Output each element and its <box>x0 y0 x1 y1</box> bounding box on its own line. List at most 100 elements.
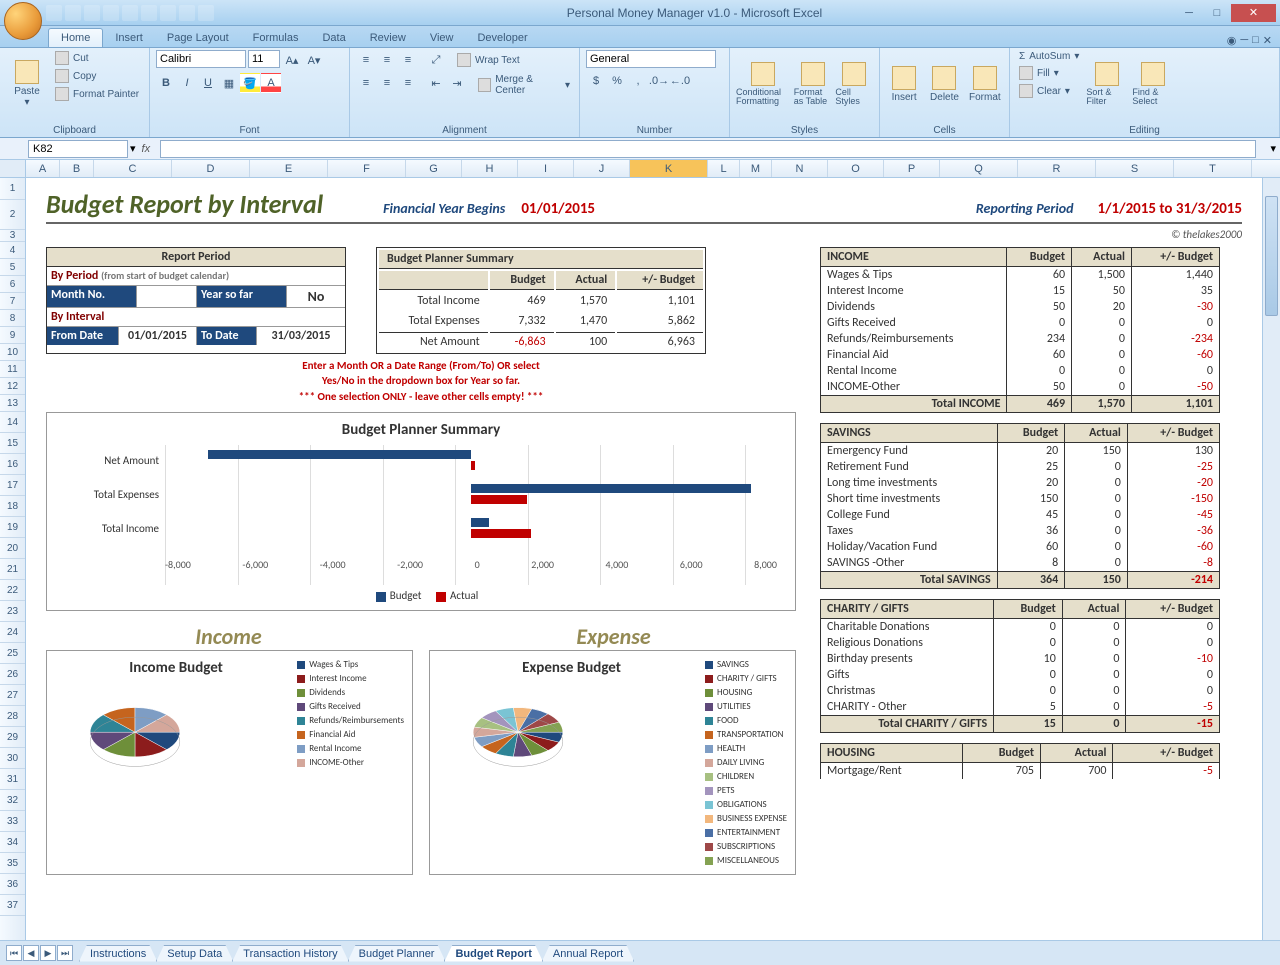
row-header[interactable]: 16 <box>0 454 25 475</box>
row-header[interactable]: 21 <box>0 559 25 580</box>
ribbon-tab-formulas[interactable]: Formulas <box>241 29 311 47</box>
formula-input[interactable] <box>160 140 1256 158</box>
ribbon-tab-home[interactable]: Home <box>48 28 103 47</box>
qat-print-preview-icon[interactable] <box>160 5 176 21</box>
row-header[interactable]: 9 <box>0 327 25 344</box>
to-date-input[interactable]: 31/03/2015 <box>257 327 345 345</box>
col-header[interactable]: G <box>406 160 462 177</box>
col-header[interactable]: M <box>740 160 772 177</box>
qat-save-icon[interactable] <box>46 5 62 21</box>
help-icon[interactable]: ◉ <box>1227 34 1237 47</box>
sheet-tab[interactable]: Annual Report <box>542 945 634 962</box>
close-workbook-icon[interactable]: ✕ <box>1263 34 1272 47</box>
col-header[interactable]: E <box>250 160 328 177</box>
row-header[interactable]: 6 <box>0 276 25 293</box>
sheet-tab[interactable]: Transaction History <box>232 945 348 962</box>
comma-icon[interactable]: , <box>628 71 648 91</box>
tab-next-icon[interactable]: ▶ <box>40 945 56 961</box>
from-date-input[interactable]: 01/01/2015 <box>119 327 197 345</box>
scrollbar-thumb[interactable] <box>1265 196 1278 316</box>
col-header[interactable]: R <box>1018 160 1096 177</box>
row-header[interactable]: 33 <box>0 811 25 832</box>
row-header[interactable]: 30 <box>0 748 25 769</box>
row-header[interactable]: 17 <box>0 475 25 496</box>
col-header[interactable]: S <box>1096 160 1174 177</box>
autosum-button[interactable]: ΣAutoSum▾ <box>1016 50 1082 63</box>
align-center-icon[interactable]: ≡ <box>377 73 397 93</box>
row-header[interactable]: 2 <box>0 200 25 230</box>
row-header[interactable]: 20 <box>0 538 25 559</box>
qat-sort-desc-icon[interactable] <box>198 5 214 21</box>
vertical-scrollbar[interactable] <box>1262 178 1280 940</box>
row-header[interactable]: 34 <box>0 832 25 853</box>
row-header[interactable]: 23 <box>0 601 25 622</box>
col-header[interactable]: F <box>328 160 406 177</box>
cell-styles-button[interactable]: Cell Styles <box>835 50 873 118</box>
row-header[interactable]: 11 <box>0 361 25 378</box>
align-right-icon[interactable]: ≡ <box>398 73 418 93</box>
ribbon-tab-developer[interactable]: Developer <box>465 29 539 47</box>
qat-sort-asc-icon[interactable] <box>179 5 195 21</box>
row-header[interactable]: 8 <box>0 310 25 327</box>
increase-indent-icon[interactable]: ⇥ <box>447 73 467 93</box>
find-select-button[interactable]: Find & Select <box>1132 50 1174 118</box>
qat-redo-icon[interactable] <box>84 5 100 21</box>
qat-undo-icon[interactable] <box>65 5 81 21</box>
col-header[interactable]: L <box>708 160 740 177</box>
copy-button[interactable]: Copy <box>52 68 142 84</box>
row-header[interactable]: 29 <box>0 727 25 748</box>
italic-button[interactable]: I <box>177 73 197 93</box>
clear-button[interactable]: Clear▾ <box>1016 83 1082 99</box>
row-header[interactable]: 22 <box>0 580 25 601</box>
row-header[interactable]: 28 <box>0 706 25 727</box>
number-format-combo[interactable] <box>586 50 716 68</box>
row-header[interactable]: 27 <box>0 685 25 706</box>
row-header[interactable]: 24 <box>0 622 25 643</box>
tab-prev-icon[interactable]: ◀ <box>23 945 39 961</box>
fill-color-button[interactable]: 🪣 <box>240 73 260 93</box>
insert-cells-button[interactable]: Insert <box>886 50 922 118</box>
row-header[interactable]: 37 <box>0 895 25 916</box>
increase-decimal-icon[interactable]: .0→ <box>649 71 669 91</box>
decrease-indent-icon[interactable]: ⇤ <box>426 73 446 93</box>
row-header[interactable]: 36 <box>0 874 25 895</box>
expand-formula-icon[interactable]: ▾ <box>1270 142 1276 155</box>
underline-button[interactable]: U <box>198 73 218 93</box>
qat-new-icon[interactable] <box>103 5 119 21</box>
col-header[interactable]: T <box>1174 160 1252 177</box>
col-header[interactable]: B <box>60 160 94 177</box>
fx-icon[interactable]: fx <box>142 143 151 155</box>
increase-font-icon[interactable]: A▴ <box>282 50 302 70</box>
sort-filter-button[interactable]: Sort & Filter <box>1086 50 1128 118</box>
col-header[interactable]: A <box>26 160 60 177</box>
tab-first-icon[interactable]: ⏮ <box>6 945 22 961</box>
row-header[interactable]: 15 <box>0 433 25 454</box>
row-header[interactable]: 31 <box>0 769 25 790</box>
conditional-formatting-button[interactable]: Conditional Formatting <box>736 50 790 118</box>
col-header[interactable]: K <box>630 160 708 177</box>
tab-last-icon[interactable]: ⏭ <box>57 945 73 961</box>
year-so-far-dropdown[interactable]: No <box>287 286 345 307</box>
wrap-text-button[interactable]: Wrap Text <box>454 50 523 70</box>
align-left-icon[interactable]: ≡ <box>356 73 376 93</box>
close-button[interactable]: ✕ <box>1231 4 1276 22</box>
minimize-button[interactable]: ─ <box>1175 4 1203 22</box>
income-pie-chart[interactable]: Income Budget Wages & TipsInterest Incom… <box>46 650 413 875</box>
align-middle-icon[interactable]: ≡ <box>377 50 397 70</box>
decrease-decimal-icon[interactable]: ←.0 <box>670 71 690 91</box>
row-header[interactable]: 35 <box>0 853 25 874</box>
align-bottom-icon[interactable]: ≡ <box>398 50 418 70</box>
delete-cells-button[interactable]: Delete <box>926 50 962 118</box>
col-header[interactable]: H <box>462 160 518 177</box>
summary-bar-chart[interactable]: Budget Planner Summary Net AmountTotal E… <box>46 412 796 611</box>
row-header[interactable]: 1 <box>0 178 25 200</box>
format-as-table-button[interactable]: Format as Table <box>794 50 832 118</box>
ribbon-tab-data[interactable]: Data <box>310 29 357 47</box>
font-name-combo[interactable] <box>156 50 246 68</box>
row-header[interactable]: 19 <box>0 517 25 538</box>
row-header[interactable]: 12 <box>0 378 25 395</box>
row-header[interactable]: 10 <box>0 344 25 361</box>
col-header[interactable]: P <box>884 160 940 177</box>
office-button[interactable] <box>4 2 42 40</box>
row-header[interactable]: 25 <box>0 643 25 664</box>
